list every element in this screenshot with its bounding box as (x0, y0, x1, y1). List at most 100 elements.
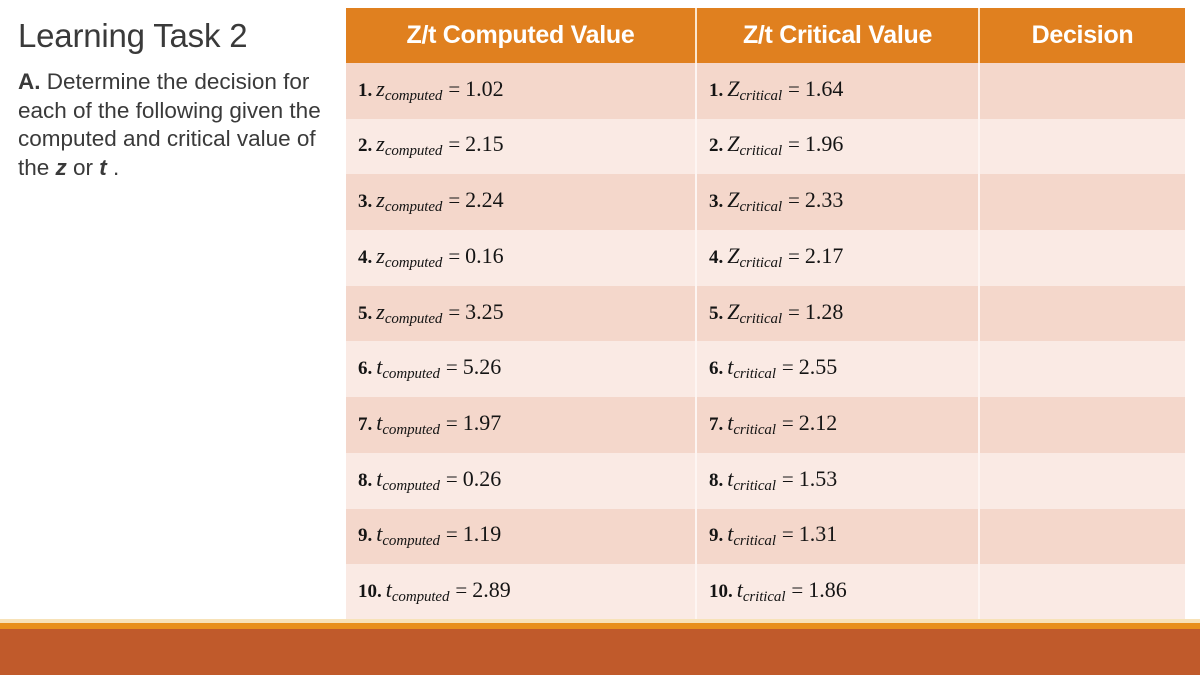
numeric-value: 1.28 (804, 298, 844, 324)
variable-subscript: computed (391, 589, 450, 606)
item-number: 3. (709, 191, 724, 213)
table-row: 5. zcomputed = 3.25 5. Zcritical = 1.28 (346, 285, 1185, 342)
equals-sign: = (781, 355, 794, 380)
cell-decision[interactable] (980, 397, 1185, 453)
cell-critical-value: 2. Zcritical = 1.96 (697, 118, 980, 175)
variable-symbol: z (376, 242, 385, 268)
numeric-value: 0.26 (462, 465, 502, 491)
equals-sign: = (455, 577, 468, 602)
math-expression: 3. Zcritical = 2.33 (709, 189, 843, 215)
variable-subscript: computed (382, 366, 440, 383)
table-row: 4. zcomputed = 0.16 4. Zcritical = 2.17 (346, 230, 1185, 286)
table-row: 3. zcomputed = 2.24 3. Zcritical = 2.33 (346, 174, 1185, 231)
cell-decision[interactable] (980, 341, 1185, 398)
cell-decision[interactable] (980, 230, 1185, 286)
item-number: 4. (709, 246, 724, 268)
numeric-value: 2.33 (804, 187, 844, 213)
cell-computed-value: 3. zcomputed = 2.24 (346, 174, 697, 231)
numeric-value: 3.25 (465, 298, 504, 324)
variable-subscript: computed (384, 199, 443, 216)
cell-decision[interactable] (980, 452, 1185, 509)
cell-decision[interactable] (980, 118, 1185, 175)
cell-critical-value: 10. tcritical = 1.86 (697, 564, 980, 620)
table-row: 8. tcomputed = 0.26 8. tcritical = 1.53 (346, 452, 1185, 509)
cell-critical-value: 7. tcritical = 2.12 (697, 397, 980, 453)
table-row: 6. tcomputed = 5.26 6. tcritical = 2.55 (346, 341, 1185, 398)
math-expression: 5. zcomputed = 3.25 (358, 298, 504, 327)
math-expression: 7. tcomputed = 1.97 (358, 410, 501, 439)
math-expression: 2. zcomputed = 2.15 (358, 133, 504, 159)
equals-sign: = (788, 76, 800, 101)
cell-computed-value: 6. tcomputed = 5.26 (346, 341, 697, 398)
item-number: 2. (358, 135, 373, 157)
item-number: 7. (358, 413, 373, 435)
numeric-value: 2.15 (465, 131, 504, 157)
cell-critical-value: 8. tcritical = 1.53 (697, 452, 980, 509)
column-header-decision: Decision (980, 8, 1185, 63)
math-expression: 4. zcomputed = 0.16 (358, 242, 504, 271)
math-expression: 2. Zcritical = 1.96 (709, 133, 843, 159)
math-expression: 9. tcritical = 1.31 (709, 523, 837, 549)
item-number: 7. (709, 413, 724, 435)
math-expression: 10. tcritical = 1.86 (709, 578, 847, 605)
numeric-value: 1.02 (465, 75, 504, 101)
numeric-value: 1.96 (804, 131, 844, 157)
column-header-critical: Z/t Critical Value (697, 8, 980, 63)
cell-computed-value: 7. tcomputed = 1.97 (346, 397, 697, 453)
cell-computed-value: 5. zcomputed = 3.25 (346, 285, 697, 342)
variable-subscript: critical (739, 143, 783, 160)
equals-sign: = (445, 410, 458, 435)
variable-subscript: critical (733, 533, 776, 550)
equals-sign: = (788, 132, 800, 157)
equals-sign: = (448, 188, 461, 213)
variable-symbol: Z (727, 131, 740, 157)
page-title: Learning Task 2 (18, 17, 248, 54)
table-header: Z/t Computed Value Z/t Critical Value De… (346, 8, 1185, 63)
cell-critical-value: 5. Zcritical = 1.28 (697, 285, 980, 342)
variable-subscript: critical (739, 199, 783, 216)
cell-decision[interactable] (980, 285, 1185, 342)
table-header-row: Z/t Computed Value Z/t Critical Value De… (346, 8, 1185, 63)
cell-decision[interactable] (980, 508, 1185, 565)
equals-sign: = (445, 355, 458, 380)
math-expression: 9. tcomputed = 1.19 (358, 523, 501, 549)
equals-sign: = (788, 299, 800, 324)
symbol-t: t (99, 154, 107, 180)
cell-critical-value: 1. Zcritical = 1.64 (697, 63, 980, 119)
equals-sign: = (445, 522, 458, 547)
variable-symbol: Z (727, 187, 740, 213)
cell-decision[interactable] (980, 63, 1185, 119)
footer-rust-bar (0, 629, 1200, 675)
variable-subscript: computed (382, 422, 440, 439)
item-number: 5. (358, 302, 373, 324)
item-number: 5. (709, 302, 724, 324)
table-body: 1. zcomputed = 1.02 1. Zcritical = 1.64 2. zcompu… (346, 63, 1185, 620)
numeric-value: 2.12 (798, 409, 838, 435)
cell-computed-value: 2. zcomputed = 2.15 (346, 118, 697, 175)
cell-computed-value: 1. zcomputed = 1.02 (346, 63, 697, 119)
cell-computed-value: 10. tcomputed = 2.89 (346, 564, 697, 620)
table-row: 2. zcomputed = 2.15 2. Zcritical = 1.96 (346, 118, 1185, 175)
variable-subscript: critical (733, 422, 776, 439)
variable-symbol: Z (727, 75, 740, 101)
cell-critical-value: 9. tcritical = 1.31 (697, 508, 980, 565)
variable-subscript: critical (733, 366, 776, 383)
variable-subscript: critical (739, 310, 783, 327)
variable-symbol: z (376, 131, 385, 157)
table-row: 9. tcomputed = 1.19 9. tcritical = 1.31 (346, 508, 1185, 565)
item-number: 3. (358, 191, 373, 213)
variable-subscript: computed (382, 477, 440, 494)
numeric-value: 0.16 (465, 242, 504, 268)
math-expression: 4. Zcritical = 2.17 (709, 244, 843, 271)
math-expression: 7. tcritical = 2.12 (709, 409, 838, 439)
variable-subscript: computed (382, 533, 440, 550)
variable-subscript: critical (739, 255, 783, 271)
equals-sign: = (781, 466, 794, 491)
item-number: 6. (358, 358, 373, 380)
math-expression: 5. Zcritical = 1.28 (709, 298, 844, 327)
equals-sign: = (448, 76, 461, 101)
cell-decision[interactable] (980, 564, 1185, 620)
cell-decision[interactable] (980, 174, 1185, 231)
cell-critical-value: 4. Zcritical = 2.17 (697, 230, 980, 286)
left-text-panel: Learning Task 2 A. Determine the decisio… (18, 16, 338, 182)
